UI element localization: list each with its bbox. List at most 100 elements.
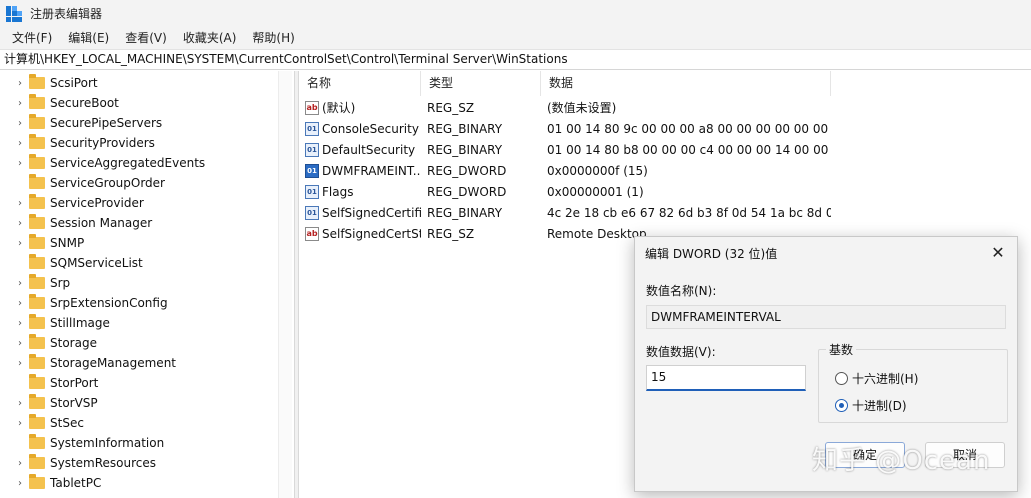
value-row[interactable]: 01SelfSignedCertifi... REG_BINARY 4c 2e 18… <box>299 202 1031 223</box>
menu-favorites[interactable]: 收藏夹(A) <box>175 28 245 48</box>
tree-item[interactable]: › Srp <box>0 273 278 293</box>
chevron-right-icon[interactable]: › <box>14 418 26 429</box>
folder-icon <box>29 294 45 309</box>
value-name-text: SelfSignedCertSt... <box>322 226 421 241</box>
tree-item[interactable]: › Storage <box>0 333 278 353</box>
folder-icon <box>29 334 45 349</box>
column-header-name[interactable]: 名称 <box>299 71 421 96</box>
radio-hex-label: 十六进制(H) <box>852 372 919 386</box>
value-name-text: Flags <box>322 184 354 199</box>
binary-value-icon: 01 <box>305 142 319 157</box>
tree-item[interactable]: › SecureBoot <box>0 93 278 113</box>
tree-item[interactable]: › SecurityProviders <box>0 133 278 153</box>
folder-icon <box>29 314 45 329</box>
chevron-right-icon[interactable]: › <box>14 278 26 289</box>
value-type-cell: REG_DWORD <box>427 184 507 199</box>
value-name-cell: ab (默认) <box>299 99 421 116</box>
chevron-right-icon[interactable]: › <box>14 318 26 329</box>
tree-item-label: StorPort <box>50 376 99 390</box>
tree-item[interactable]: › StorVSP <box>0 393 278 413</box>
value-row[interactable]: 01 DefaultSecurity REG_BINARY 01 00 14 80 b… <box>299 139 1031 160</box>
tree-item[interactable]: › SrpExtensionConfig <box>0 293 278 313</box>
radio-dec-circle[interactable] <box>835 399 848 412</box>
tree-item[interactable]: › SecurePipeServers <box>0 113 278 133</box>
tree-item[interactable]: › StillImage <box>0 313 278 333</box>
zhihu-watermark: 知乎 @Ocean <box>812 446 991 476</box>
menu-edit[interactable]: 编辑(E) <box>60 28 117 48</box>
tree-item[interactable]: › SNMP <box>0 233 278 253</box>
value-type-cell: REG_BINARY <box>427 205 503 220</box>
chevron-right-icon[interactable]: › <box>14 358 26 369</box>
chevron-right-icon[interactable]: › <box>14 158 26 169</box>
folder-icon <box>29 354 45 369</box>
dialog-title: 编辑 DWORD (32 位)值 <box>645 247 778 261</box>
tree-item-label: TabletPC <box>50 476 102 490</box>
chevron-right-icon[interactable]: › <box>14 78 26 89</box>
value-row[interactable]: 01 Flags REG_DWORD 0x00000001 (1) <box>299 181 1031 202</box>
binary-value-icon: 01 <box>305 184 319 199</box>
chevron-right-icon[interactable]: › <box>14 398 26 409</box>
folder-icon <box>29 214 45 229</box>
tree-item[interactable]: › ServiceProvider <box>0 193 278 213</box>
folder-icon <box>29 434 45 449</box>
value-row[interactable]: ab (默认) REG_SZ (数值未设置) <box>299 97 1031 118</box>
tree-item-label: StSec <box>50 416 84 430</box>
column-header-data[interactable]: 数据 <box>541 71 831 96</box>
column-header-type[interactable]: 类型 <box>421 71 541 96</box>
chevron-right-icon[interactable]: › <box>14 218 26 229</box>
address-bar[interactable]: 计算机\HKEY_LOCAL_MACHINE\SYSTEM\CurrentCon… <box>0 49 1031 70</box>
chevron-right-icon[interactable]: › <box>14 478 26 489</box>
value-row[interactable]: 01 DWMFRAMEINT... REG_DWORD 0x0000000f (15) <box>299 160 1031 181</box>
chevron-right-icon[interactable]: › <box>14 298 26 309</box>
tree-item-label: ServiceProvider <box>50 196 144 210</box>
chevron-right-icon[interactable]: › <box>14 458 26 469</box>
value-data-cell: 01 00 14 80 9c 00 00 00 a8 00 00 00 00 0… <box>547 121 831 136</box>
menu-help[interactable]: 帮助(H) <box>244 28 302 48</box>
folder-icon <box>29 234 45 249</box>
radio-decimal[interactable]: 十进制(D) <box>835 397 907 414</box>
tree-item[interactable]: › TabletPC <box>0 473 278 493</box>
chevron-right-icon[interactable]: › <box>14 198 26 209</box>
chevron-right-icon[interactable]: › <box>14 118 26 129</box>
menu-view[interactable]: 查看(V) <box>117 28 175 48</box>
value-type-cell: REG_DWORD <box>427 163 507 178</box>
value-data-cell: 0x00000001 (1) <box>547 184 644 199</box>
value-data-cell: (数值未设置) <box>547 101 617 115</box>
tree-item[interactable]: › StorageManagement <box>0 353 278 373</box>
value-row[interactable]: 01 ConsoleSecurity REG_BINARY 01 00 14 80 9… <box>299 118 1031 139</box>
tree-item[interactable]: ›SQMServiceList <box>0 253 278 273</box>
tree-item[interactable]: › StSec <box>0 413 278 433</box>
base-label: 基数 <box>826 341 857 358</box>
folder-icon <box>29 114 45 129</box>
tree-item-label: ServiceAggregatedEvents <box>50 156 206 170</box>
tree-item[interactable]: › Session Manager <box>0 213 278 233</box>
radio-hexadecimal[interactable]: 十六进制(H) <box>835 370 918 387</box>
folder-icon <box>29 194 45 209</box>
tree-item[interactable]: › SystemResources <box>0 453 278 473</box>
folder-icon <box>29 254 45 269</box>
tree-scrollbar[interactable] <box>278 71 292 498</box>
tree-item[interactable]: ›SystemInformation <box>0 433 278 453</box>
folder-icon <box>29 414 45 429</box>
value-type-cell: REG_BINARY <box>427 142 503 157</box>
list-header: 名称 类型 数据 <box>299 71 1031 96</box>
string-value-icon: ab <box>305 100 319 115</box>
binary-value-icon: 01 <box>305 121 319 136</box>
close-icon[interactable]: ✕ <box>987 242 1009 264</box>
tree-item[interactable]: › ServiceAggregatedEvents <box>0 153 278 173</box>
tree-item-label: Session Manager <box>50 216 153 230</box>
chevron-right-icon[interactable]: › <box>14 98 26 109</box>
chevron-right-icon[interactable]: › <box>14 138 26 149</box>
registry-editor-icon <box>6 5 22 22</box>
menu-file[interactable]: 文件(F) <box>4 28 60 48</box>
radio-dec-label: 十进制(D) <box>852 399 907 413</box>
value-data-input[interactable]: 15 <box>646 365 806 391</box>
tree-item[interactable]: ›ServiceGroupOrder <box>0 173 278 193</box>
tree-item[interactable]: › ScsiPort <box>0 73 278 93</box>
chevron-right-icon[interactable]: › <box>14 238 26 249</box>
chevron-right-icon[interactable]: › <box>14 338 26 349</box>
tree-item-label: ScsiPort <box>50 76 98 90</box>
tree-item-label: StorageManagement <box>50 356 176 370</box>
tree-item[interactable]: ›StorPort <box>0 373 278 393</box>
radio-hex-circle[interactable] <box>835 372 848 385</box>
